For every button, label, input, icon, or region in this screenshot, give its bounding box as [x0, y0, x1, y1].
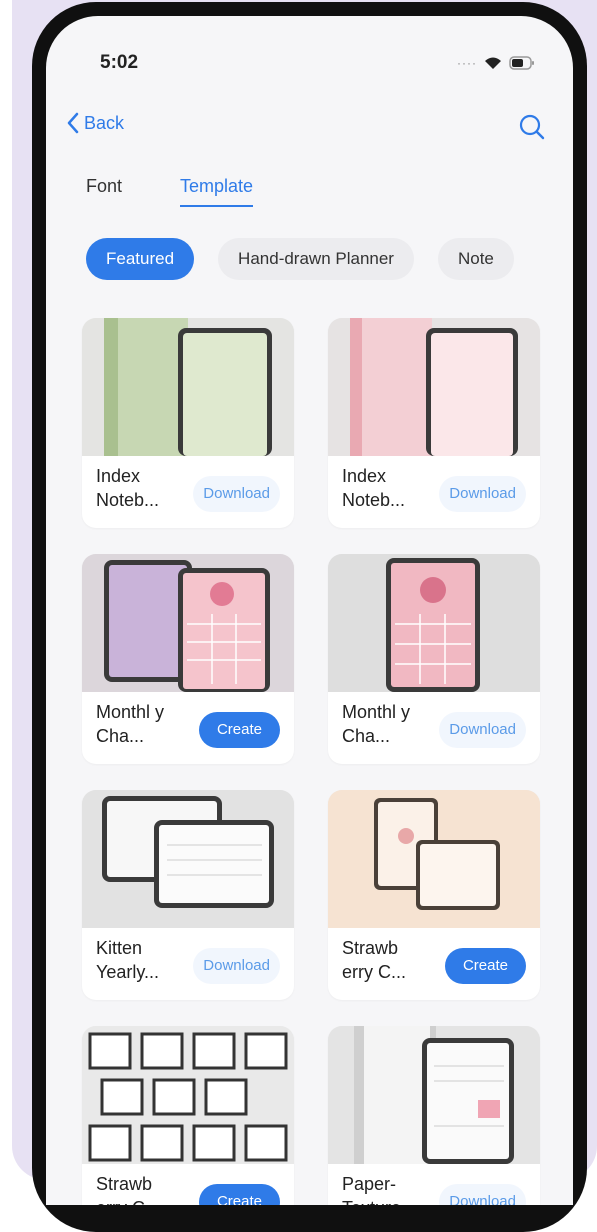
filter-chips: Featured Hand-drawn Planner Note [86, 238, 514, 280]
search-button[interactable] [517, 112, 547, 147]
download-button[interactable]: Download [439, 1184, 526, 1205]
template-thumbnail [82, 554, 294, 692]
template-thumbnail [328, 554, 540, 692]
chip-note[interactable]: Note [437, 238, 514, 280]
template-name: Strawb erry C... [96, 1174, 160, 1205]
battery-icon [509, 56, 534, 70]
chip-featured[interactable]: Featured [86, 238, 195, 280]
status-bar: 5:02 ···· [46, 50, 573, 80]
template-thumbnail [82, 1026, 294, 1164]
back-button[interactable]: Back [66, 112, 124, 134]
template-card[interactable]: Index Noteb... Download [328, 318, 540, 528]
template-thumbnail [82, 790, 294, 928]
template-thumbnail [328, 318, 540, 456]
create-button[interactable]: Create [444, 948, 526, 984]
tab-font[interactable]: Font [86, 176, 122, 207]
template-name: Index Noteb... [96, 466, 160, 510]
download-button[interactable]: Download [439, 476, 526, 512]
template-card[interactable]: Index Noteb... Download [82, 318, 294, 528]
chip-hand-drawn-planner[interactable]: Hand-drawn Planner [218, 238, 414, 280]
top-tabs: Font Template [86, 176, 254, 207]
download-button[interactable]: Download [439, 712, 526, 748]
chevron-left-icon [67, 112, 79, 134]
back-label: Back [84, 112, 125, 133]
create-button[interactable]: Create [198, 1184, 280, 1205]
app-screen: 5:02 ···· Back Font Template Featured Ha… [46, 16, 573, 1205]
nav-bar: Back [46, 112, 573, 148]
template-name: Index Noteb... [342, 466, 406, 510]
template-card[interactable]: Paper- Texture... Download [328, 1026, 540, 1205]
template-thumbnail [328, 790, 540, 928]
template-thumbnail [82, 318, 294, 456]
download-button[interactable]: Download [193, 948, 280, 984]
template-thumbnail [328, 1026, 540, 1164]
template-card[interactable]: Strawb erry C... Create [82, 1026, 294, 1205]
template-card[interactable]: Kitten Yearly... Download [82, 790, 294, 1000]
status-icons: ···· [457, 56, 535, 70]
template-name: Kitten Yearly... [96, 938, 160, 982]
download-button[interactable]: Download [193, 476, 280, 512]
template-card[interactable]: Monthl y Cha... Download [328, 554, 540, 764]
signal-icon: ···· [457, 56, 477, 70]
template-name: Monthl y Cha... [96, 702, 165, 746]
tab-template[interactable]: Template [180, 176, 254, 207]
create-button[interactable]: Create [198, 712, 280, 748]
search-icon [519, 114, 545, 140]
template-name: Monthl y Cha... [342, 702, 411, 746]
template-card[interactable]: Strawb erry C... Create [328, 790, 540, 1000]
status-time: 5:02 [100, 52, 139, 73]
template-card[interactable]: Monthl y Cha... Create [82, 554, 294, 764]
template-name: Paper- Texture... [342, 1174, 416, 1205]
template-name: Strawb erry C... [342, 938, 407, 982]
wifi-icon [485, 57, 501, 69]
